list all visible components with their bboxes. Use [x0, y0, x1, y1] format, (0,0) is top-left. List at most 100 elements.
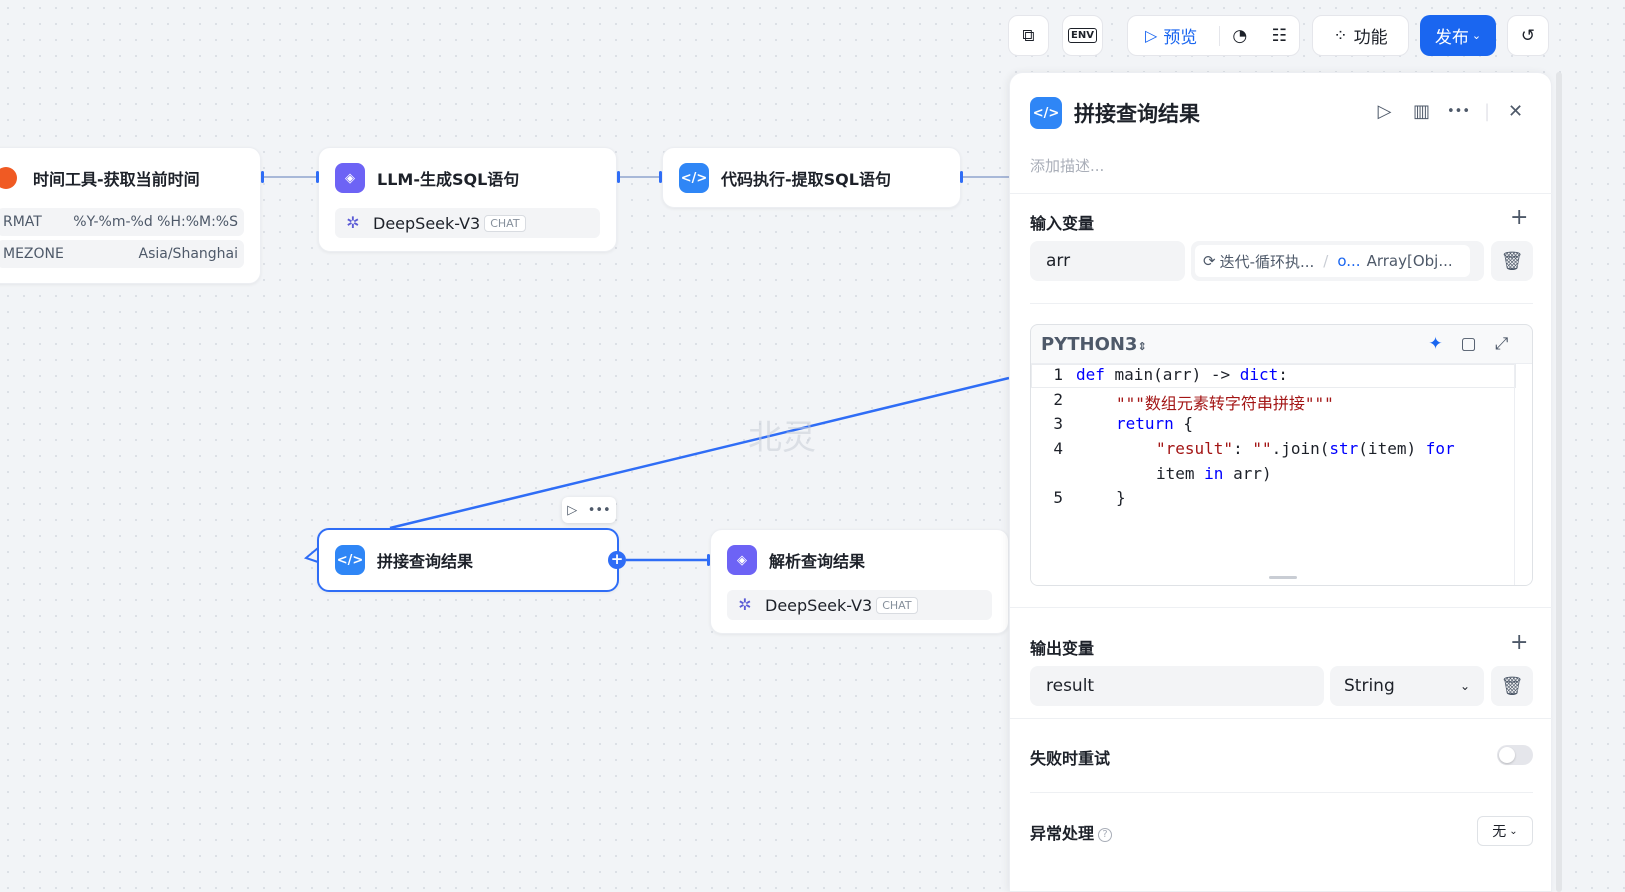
- node-title: 解析查询结果: [769, 552, 866, 571]
- code-line: """数组元素转字符串拼接""": [1116, 394, 1334, 413]
- output-section-title: 输出变量: [1030, 639, 1095, 658]
- exception-label: 异常处理?: [1030, 820, 1113, 844]
- preview-group: ▷ 预览 ◔ ☷: [1127, 15, 1300, 56]
- model-row: ✲ DeepSeek-V3 CHAT: [727, 590, 992, 620]
- add-input-icon[interactable]: +: [1510, 205, 1528, 230]
- help-icon[interactable]: ?: [1098, 827, 1113, 842]
- deepseek-logo-icon: ✲: [346, 213, 360, 232]
- node-parse[interactable]: ◈ 解析查询结果 ✲ DeepSeek-V3 CHAT: [710, 529, 1009, 634]
- ref-type: Array[Obj...: [1366, 252, 1453, 270]
- port-out[interactable]: [960, 171, 963, 183]
- play-icon: ▷: [1145, 26, 1158, 45]
- run-node-icon[interactable]: ▷: [567, 503, 577, 518]
- loop-icon: ⟳: [1203, 252, 1216, 270]
- param-key: RMAT: [3, 214, 42, 230]
- debug-icon[interactable]: ◔: [1220, 26, 1259, 46]
- divider: /: [1323, 252, 1329, 270]
- line-number: 4: [1053, 439, 1063, 458]
- env-button[interactable]: ENV: [1062, 15, 1103, 56]
- expand-icon[interactable]: ⤢: [1485, 334, 1518, 354]
- chevron-down-icon: ⌄: [1471, 29, 1482, 42]
- code-editor[interactable]: PYTHON3⇕ ✦ ▢ ⤢ 1 2 3 4 5 def main(arr) -…: [1030, 324, 1533, 586]
- description-input[interactable]: 添加描述...: [1030, 155, 1104, 176]
- more-icon[interactable]: •••: [588, 503, 611, 518]
- output-var-name-field[interactable]: result: [1030, 666, 1324, 706]
- edge-to-concat: [389, 376, 1010, 530]
- panel-title[interactable]: 拼接查询结果: [1074, 98, 1200, 128]
- ref-source: 迭代-循环执...: [1219, 252, 1315, 271]
- port-out[interactable]: [617, 171, 620, 183]
- exception-select[interactable]: 无 ⌄: [1477, 816, 1533, 846]
- node-llm-sql[interactable]: ◈ LLM-生成SQL语句 ✲ DeepSeek-V3 CHAT: [318, 147, 617, 252]
- port-in[interactable]: [316, 171, 319, 183]
- deepseek-logo-icon: ✲: [738, 595, 752, 614]
- clipboard-icon[interactable]: ▢: [1452, 334, 1485, 354]
- sort-icon: ⇕: [1137, 339, 1147, 353]
- code-icon: </>: [679, 163, 709, 193]
- param-value: Asia/Shanghai: [138, 246, 239, 262]
- line-number: 5: [1053, 488, 1063, 507]
- llm-icon: ◈: [335, 163, 365, 193]
- checklist-icon[interactable]: ☷: [1260, 26, 1299, 46]
- language-select[interactable]: PYTHON3⇕: [1041, 334, 1147, 355]
- port-in[interactable]: [707, 554, 710, 566]
- panel-actions: ▷ ▥ ••• | ✕: [1366, 101, 1534, 122]
- run-icon[interactable]: ▷: [1366, 101, 1403, 122]
- page-scrollbar[interactable]: [1552, 72, 1566, 892]
- resize-handle[interactable]: [1269, 576, 1297, 579]
- input-section-title: 输入变量: [1030, 214, 1095, 233]
- code-icon: </>: [1030, 97, 1062, 129]
- publish-label: 发布: [1434, 28, 1469, 48]
- code-scrollbar[interactable]: [1514, 364, 1532, 585]
- feature-icon: ⁘: [1333, 25, 1348, 46]
- divider: [1010, 193, 1553, 194]
- port-in[interactable]: [659, 171, 662, 183]
- ref-field: o...: [1337, 252, 1361, 270]
- history-button[interactable]: ↺: [1507, 15, 1549, 56]
- input-var-name-field[interactable]: arr: [1030, 241, 1185, 281]
- add-output-icon[interactable]: +: [1510, 630, 1528, 655]
- toggle-panel-button[interactable]: ⧉: [1008, 15, 1049, 56]
- env-icon: ENV: [1068, 28, 1097, 43]
- history-icon: ↺: [1520, 25, 1536, 46]
- output-type-select[interactable]: String ⌄: [1330, 666, 1484, 706]
- more-icon[interactable]: •••: [1440, 104, 1477, 119]
- line-number: 3: [1053, 414, 1063, 433]
- port-out[interactable]: [261, 171, 264, 183]
- publish-button[interactable]: 发布 ⌄: [1420, 15, 1496, 56]
- add-node-icon[interactable]: +: [608, 551, 626, 569]
- code-tools: ✦ ▢ ⤢: [1419, 334, 1518, 354]
- feature-button[interactable]: ⁘ 功能: [1312, 15, 1409, 56]
- node-concat[interactable]: </> 拼接查询结果: [317, 528, 619, 592]
- tool-icon: [0, 167, 17, 189]
- divider: [1010, 607, 1553, 608]
- trash-icon: 🗑: [1500, 675, 1524, 697]
- node-code-extract[interactable]: </> 代码执行-提取SQL语句: [662, 147, 961, 208]
- close-icon[interactable]: ✕: [1497, 101, 1534, 122]
- book-icon[interactable]: ▥: [1403, 101, 1440, 122]
- preview-button[interactable]: ▷ 预览: [1128, 23, 1219, 48]
- code-icon: </>: [335, 545, 365, 575]
- ai-sparkle-icon[interactable]: ✦: [1419, 334, 1452, 354]
- delete-input-button[interactable]: 🗑: [1491, 241, 1533, 281]
- node-title: 代码执行-提取SQL语句: [721, 170, 891, 189]
- code-body[interactable]: 1 2 3 4 5 def main(arr) -> dict: """数组元素…: [1031, 363, 1532, 585]
- delete-output-button[interactable]: 🗑: [1491, 666, 1533, 706]
- line-number: 1: [1053, 365, 1063, 384]
- line-number: 2: [1053, 390, 1063, 409]
- feature-label: 功能: [1353, 28, 1388, 48]
- input-var-ref[interactable]: ⟳ 迭代-循环执... / o... Array[Obj...: [1195, 245, 1470, 277]
- exception-label-text: 异常处理: [1030, 824, 1095, 843]
- trash-icon: 🗑: [1500, 250, 1524, 272]
- code-editor-header: PYTHON3⇕ ✦ ▢ ⤢: [1031, 325, 1532, 363]
- code-line: def main(arr) -> dict:: [1076, 365, 1288, 384]
- param-row-timezone: MEZONE Asia/Shanghai: [0, 240, 244, 268]
- retry-toggle[interactable]: [1497, 745, 1533, 765]
- node-title: LLM-生成SQL语句: [377, 170, 520, 189]
- code-line: return {: [1116, 414, 1194, 433]
- node-time-tool[interactable]: 时间工具-获取当前时间 RMAT %Y-%m-%d %H:%M:%S MEZON…: [0, 147, 261, 284]
- model-name: DeepSeek-V3: [765, 595, 873, 615]
- output-type-value: String: [1344, 676, 1395, 696]
- model-tag: CHAT: [876, 596, 918, 614]
- chevron-down-icon: ⌄: [1509, 825, 1518, 837]
